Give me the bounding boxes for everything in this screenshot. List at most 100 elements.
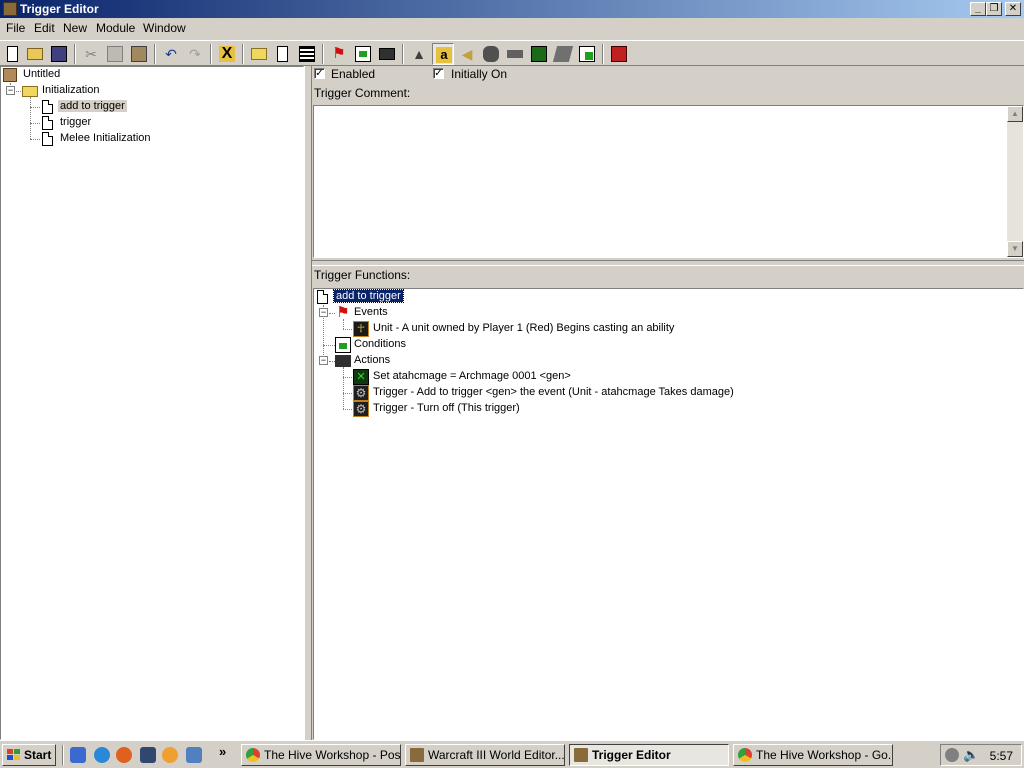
actions-node[interactable]: − Actions: [314, 353, 1014, 369]
collapse-icon[interactable]: −: [319, 308, 328, 317]
task-world-editor[interactable]: Warcraft III World Editor...: [405, 744, 565, 766]
ai-editor-icon: [531, 46, 547, 62]
new-trigger-button[interactable]: [272, 43, 294, 65]
object-editor-button[interactable]: [480, 43, 502, 65]
trigger-editor-icon: [574, 748, 588, 762]
firefox-icon[interactable]: [116, 747, 132, 763]
menu-file[interactable]: File: [6, 21, 25, 35]
campaign-editor-button[interactable]: [504, 43, 526, 65]
internet-explorer-icon[interactable]: [94, 747, 110, 763]
horizontal-splitter[interactable]: [312, 260, 1024, 266]
toolbar-separator: [322, 44, 324, 64]
tree-root[interactable]: Untitled: [1, 67, 301, 83]
tray-app-icon[interactable]: [945, 748, 959, 762]
new-category-icon: [251, 48, 267, 60]
menu-module[interactable]: Module: [96, 21, 135, 35]
events-node[interactable]: − ⚑ Events: [314, 305, 1014, 321]
new-event-button[interactable]: ⚑: [328, 43, 350, 65]
trigger-tree[interactable]: Untitled − Initialization add to trigger…: [0, 66, 304, 740]
action-item[interactable]: ⚙ Trigger - Add to trigger <gen> the eve…: [314, 385, 1014, 401]
collapse-icon[interactable]: −: [6, 86, 15, 95]
action-item[interactable]: ✕ Set atahcmage = Archmage 0001 <gen>: [314, 369, 1014, 385]
tree-category-initialization[interactable]: − Initialization: [1, 83, 301, 99]
scroll-up-icon[interactable]: ▲: [1007, 106, 1023, 122]
toolbar-separator: [602, 44, 604, 64]
media-icon[interactable]: [162, 747, 178, 763]
new-comment-button[interactable]: [296, 43, 318, 65]
import-manager-button[interactable]: [576, 43, 598, 65]
menu-bar: File Edit New Module Window: [0, 18, 1024, 38]
test-map-icon: [611, 46, 627, 62]
delete-button[interactable]: X: [216, 43, 238, 65]
new-condition-button[interactable]: [352, 43, 374, 65]
scroll-down-icon[interactable]: ▼: [1007, 241, 1023, 257]
ai-editor-button[interactable]: [528, 43, 550, 65]
menu-edit[interactable]: Edit: [34, 21, 55, 35]
trigger-comment-textarea[interactable]: ▲ ▼: [313, 105, 1024, 258]
paste-button[interactable]: [128, 43, 150, 65]
clock[interactable]: 5:57: [990, 749, 1013, 763]
shield-icon[interactable]: [140, 747, 156, 763]
task-trigger-editor[interactable]: Trigger Editor: [569, 744, 729, 766]
actions-label: Actions: [354, 354, 391, 366]
undo-button[interactable]: ↶: [160, 43, 182, 65]
trigger-editor-button[interactable]: a: [432, 43, 454, 65]
action-label: Trigger - Turn off (This trigger): [373, 402, 520, 414]
collapse-icon[interactable]: −: [319, 356, 328, 365]
trigger-doc-icon: [42, 132, 53, 146]
show-desktop-icon[interactable]: [70, 747, 86, 763]
task-hive-workshop-1[interactable]: The Hive Workshop - Pos...: [241, 744, 401, 766]
action-item[interactable]: ⚙ Trigger - Turn off (This trigger): [314, 401, 1014, 417]
paste-icon: [131, 46, 147, 62]
redo-icon: ↷: [189, 46, 201, 62]
task-hive-workshop-2[interactable]: The Hive Workshop - Go...: [733, 744, 893, 766]
save-icon: [51, 46, 67, 62]
initially-on-checkbox[interactable]: ✓: [433, 68, 444, 79]
new-button[interactable]: [2, 43, 24, 65]
minimize-button[interactable]: _: [970, 2, 986, 16]
open-button[interactable]: [24, 43, 46, 65]
open-icon: [27, 48, 43, 60]
events-label: Events: [354, 306, 388, 318]
copy-button[interactable]: [104, 43, 126, 65]
test-map-button[interactable]: [608, 43, 630, 65]
sound-editor-button[interactable]: ◀: [456, 43, 478, 65]
event-item[interactable]: ☥ Unit - A unit owned by Player 1 (Red) …: [314, 321, 1014, 337]
cut-button[interactable]: ✂: [80, 43, 102, 65]
chrome-icon: [246, 748, 260, 762]
new-action-button[interactable]: [376, 43, 398, 65]
object-manager-button[interactable]: [552, 43, 574, 65]
task-label: The Hive Workshop - Go...: [756, 748, 893, 762]
comment-scrollbar[interactable]: ▲ ▼: [1007, 106, 1023, 257]
function-root[interactable]: add to trigger: [314, 289, 1014, 305]
new-condition-icon: [355, 46, 371, 62]
save-button[interactable]: [48, 43, 70, 65]
restore-button[interactable]: ❐: [986, 2, 1002, 16]
tree-trigger-item[interactable]: add to trigger: [1, 99, 301, 115]
terrain-editor-button[interactable]: ▲: [408, 43, 430, 65]
new-category-button[interactable]: [248, 43, 270, 65]
tree-trigger-label: Melee Initialization: [60, 132, 151, 144]
redo-button[interactable]: ↷: [184, 43, 206, 65]
volume-icon[interactable]: 🔈: [963, 747, 979, 763]
tree-trigger-item[interactable]: Melee Initialization: [1, 131, 301, 147]
conditions-node[interactable]: Conditions: [314, 337, 1014, 353]
menu-window[interactable]: Window: [143, 21, 186, 35]
tree-trigger-item[interactable]: trigger: [1, 115, 301, 131]
toolbar-separator: [242, 44, 244, 64]
window-icon[interactable]: [186, 747, 202, 763]
trigger-editor-app-icon: [3, 2, 17, 16]
vertical-splitter[interactable]: [304, 66, 312, 740]
close-button[interactable]: ✕: [1005, 2, 1021, 16]
copy-icon: [107, 46, 123, 62]
enabled-checkbox[interactable]: ✓: [314, 68, 325, 79]
folder-icon: [22, 86, 38, 97]
toolbar-separator: [154, 44, 156, 64]
action-clapper-icon: [335, 355, 351, 367]
start-button[interactable]: Start: [2, 744, 56, 766]
trigger-functions-tree[interactable]: add to trigger − ⚑ Events ☥ Unit - A uni…: [313, 288, 1024, 740]
trigger-comment-label: Trigger Comment:: [314, 86, 411, 100]
menu-new[interactable]: New: [63, 21, 87, 35]
condition-icon: [335, 337, 351, 353]
chevron-icon[interactable]: »: [219, 744, 226, 759]
